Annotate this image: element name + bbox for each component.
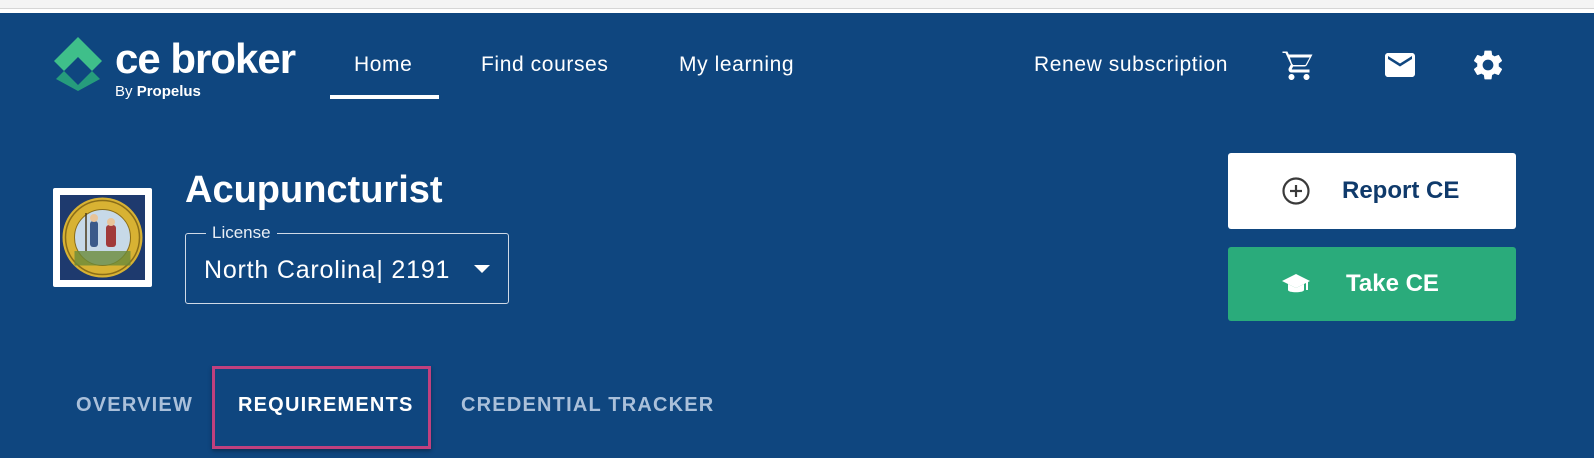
chevron-down-icon xyxy=(474,265,490,273)
gear-icon[interactable] xyxy=(1470,47,1506,83)
seal-background xyxy=(60,195,145,280)
logo-company: Propelus xyxy=(136,83,201,100)
nav-find-courses[interactable]: Find courses xyxy=(481,49,608,81)
tab-overview[interactable]: OVERVIEW xyxy=(76,389,193,421)
nav-active-indicator xyxy=(330,95,439,99)
logo-by: By xyxy=(115,83,133,100)
nav-my-learning[interactable]: My learning xyxy=(679,49,794,81)
report-ce-button[interactable]: Report CE xyxy=(1228,153,1516,229)
cart-icon[interactable] xyxy=(1281,47,1317,83)
license-value: North Carolina| 2191 xyxy=(204,256,451,284)
take-ce-label: Take CE xyxy=(1346,270,1439,297)
graduation-cap-icon xyxy=(1282,274,1310,293)
tab-credential-tracker[interactable]: CREDENTIAL TRACKER xyxy=(461,389,714,421)
state-seal-image xyxy=(53,188,152,287)
highlight-annotation xyxy=(212,366,431,449)
nav-renew-subscription[interactable]: Renew subscription xyxy=(1034,49,1228,81)
logo-mark-icon xyxy=(54,37,102,91)
state-seal-icon xyxy=(62,197,143,278)
license-label: License xyxy=(206,222,277,244)
take-ce-button[interactable]: Take CE xyxy=(1228,247,1516,321)
profession-title: Acupuncturist xyxy=(185,169,443,211)
app-header: ce broker By Propelus Home Find courses … xyxy=(0,13,1594,458)
logo-byline: By Propelus xyxy=(115,83,201,101)
content-area-top xyxy=(0,458,1594,470)
plus-circle-icon xyxy=(1282,177,1310,205)
report-ce-label: Report CE xyxy=(1342,177,1460,204)
logo-wordmark: ce broker xyxy=(115,35,296,82)
browser-top-edge xyxy=(0,0,1594,9)
license-select[interactable]: License North Carolina| 2191 xyxy=(185,222,509,304)
nav-home[interactable]: Home xyxy=(354,49,412,81)
mail-icon[interactable] xyxy=(1382,47,1418,83)
ce-broker-logo[interactable]: ce broker By Propelus xyxy=(52,35,302,105)
